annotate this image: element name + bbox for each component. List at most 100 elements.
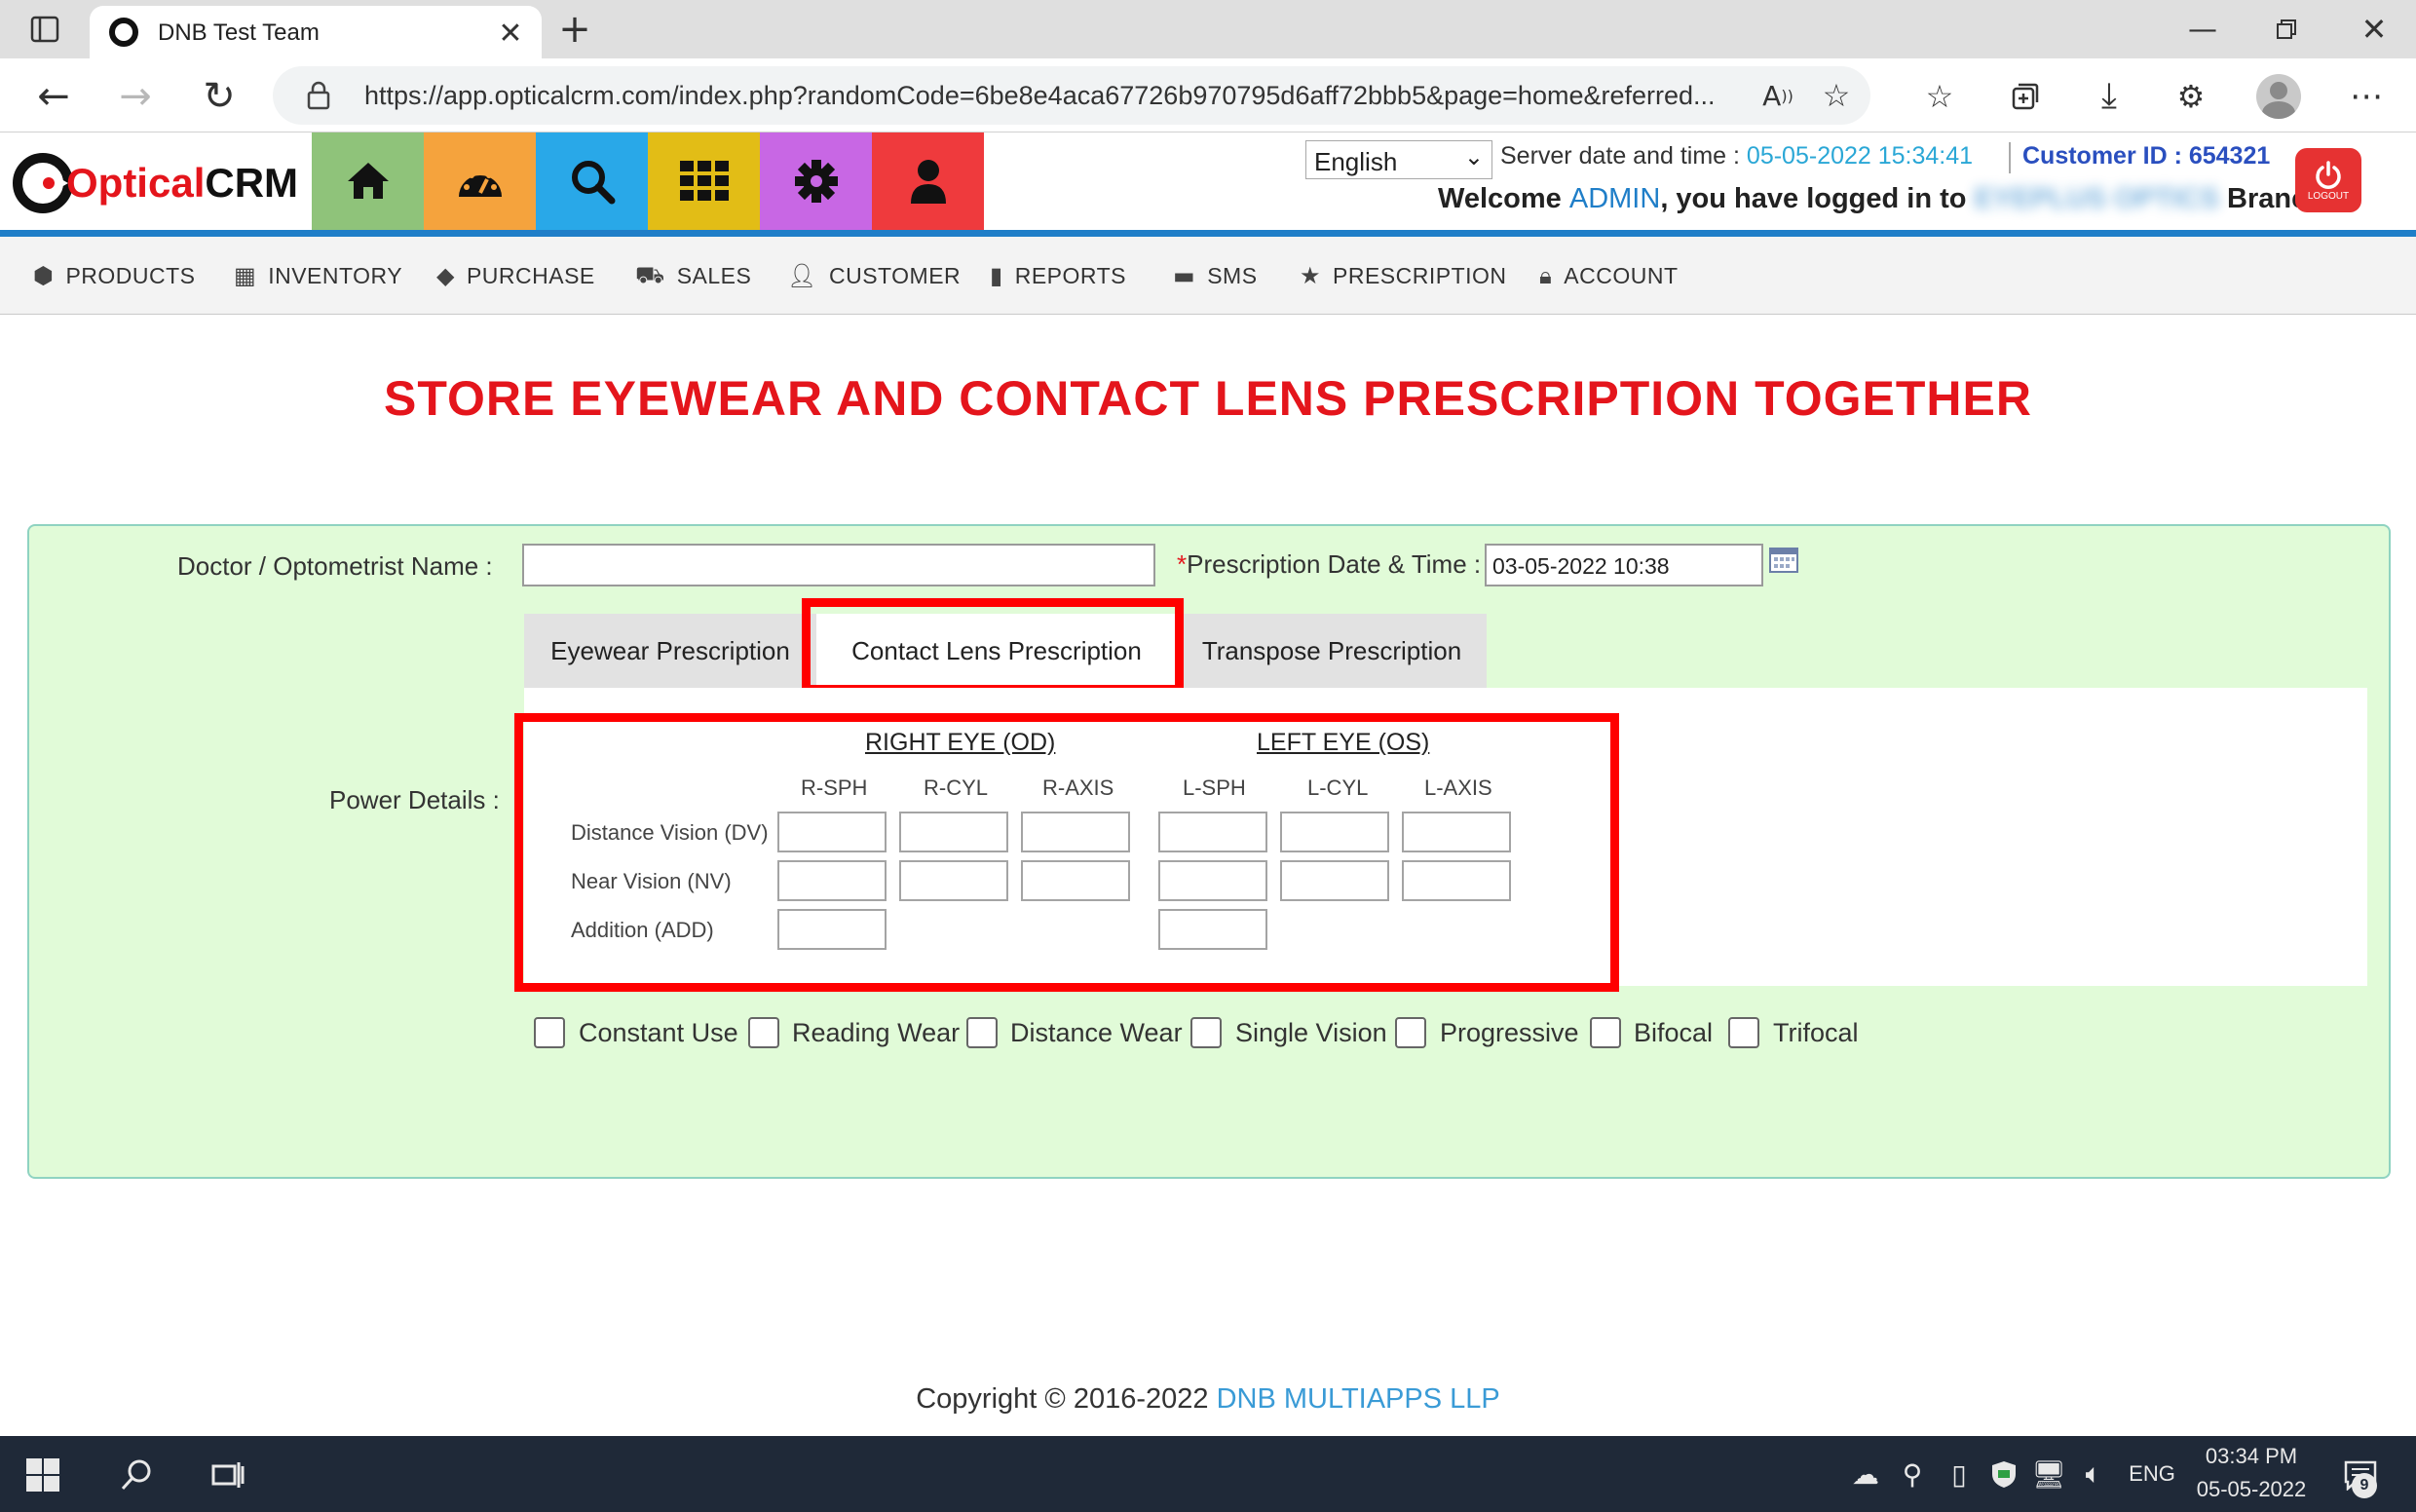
row-near-vision: Near Vision (NV) xyxy=(571,869,732,893)
url-field[interactable]: https://app.opticalcrm.com/index.php?ran… xyxy=(273,66,1870,125)
more-menu-icon[interactable]: ⋯ xyxy=(2342,72,2391,121)
tab-eyewear-prescription[interactable]: Eyewear Prescription xyxy=(524,614,816,688)
constant-use-label: Constant Use xyxy=(579,1018,738,1047)
page-title: STORE EYEWEAR AND CONTACT LENS PRESCRIPT… xyxy=(384,371,2032,426)
nav-reports[interactable]: ▮ REPORTS xyxy=(990,237,1126,315)
add-favorite-icon[interactable]: ☆ xyxy=(1812,72,1861,119)
logout-label: LOGOUT xyxy=(2307,190,2350,202)
dv-r-axis-input[interactable] xyxy=(1021,812,1130,852)
minimize-icon[interactable]: — xyxy=(2178,8,2227,51)
apps-button[interactable] xyxy=(648,132,760,230)
server-time-value: 05-05-2022 15:34:41 xyxy=(1746,142,1974,170)
download-icon[interactable]: ⤓ xyxy=(2085,72,2133,121)
usb-tray-icon[interactable]: ▯ xyxy=(1941,1455,1978,1493)
task-view-icon[interactable] xyxy=(205,1452,251,1498)
add-l-input[interactable] xyxy=(1158,909,1267,950)
checkbox-reading-wear[interactable] xyxy=(748,1017,779,1048)
home-button[interactable] xyxy=(312,132,424,230)
nv-l-sph-input[interactable] xyxy=(1158,860,1267,901)
search-icon[interactable] xyxy=(113,1452,160,1498)
nav-purchase[interactable]: ◆ PURCHASE xyxy=(436,237,595,315)
nv-r-sph-input[interactable] xyxy=(777,860,887,901)
nv-l-axis-input[interactable] xyxy=(1402,860,1511,901)
nav-sms[interactable]: ▬ SMS xyxy=(1173,237,1258,315)
prescription-date-input[interactable]: 03-05-2022 10:38 xyxy=(1485,544,1763,586)
tab-transpose-prescription[interactable]: Transpose Prescription xyxy=(1177,614,1487,688)
search-icon xyxy=(571,161,615,205)
nav-account[interactable]: 🔒︎ ACCOUNT xyxy=(1539,237,1679,315)
tab-title: DNB Test Team xyxy=(158,19,320,46)
doctor-name-label: Doctor / Optometrist Name : xyxy=(177,551,493,581)
checkbox-constant-use[interactable] xyxy=(534,1017,565,1048)
user-button[interactable] xyxy=(872,132,984,230)
nav-customer[interactable]: 👤︎ CUSTOMER xyxy=(787,237,961,315)
windows-start-icon[interactable] xyxy=(21,1454,64,1496)
nv-r-axis-input[interactable] xyxy=(1021,860,1130,901)
cart-icon: ⛟ xyxy=(635,260,665,288)
nav-sales-label: SALES xyxy=(676,262,752,288)
dashboard-button[interactable] xyxy=(424,132,536,230)
forward-icon[interactable]: → xyxy=(111,72,160,121)
extensions-icon[interactable]: ⚙ xyxy=(2167,72,2215,121)
add-r-input[interactable] xyxy=(777,909,887,950)
close-window-icon[interactable]: ✕ xyxy=(2350,8,2398,51)
language-select[interactable]: English ⌄ xyxy=(1305,140,1492,179)
close-tab-icon[interactable]: ✕ xyxy=(489,14,532,53)
logo-text-crm: CRM xyxy=(205,160,299,206)
star-icon: ★ xyxy=(1300,262,1322,289)
gear-icon xyxy=(794,160,838,203)
dv-l-axis-input[interactable] xyxy=(1402,812,1511,852)
calendar-icon[interactable] xyxy=(1769,546,1798,573)
nav-prescription[interactable]: ★ PRESCRIPTION xyxy=(1300,237,1507,315)
read-aloud-icon[interactable]: A)) xyxy=(1754,72,1802,119)
logout-button[interactable]: LOGOUT xyxy=(2295,148,2361,212)
bifocal-label: Bifocal xyxy=(1634,1018,1714,1047)
dv-l-cyl-input[interactable] xyxy=(1280,812,1389,852)
new-tab-icon[interactable]: + xyxy=(553,7,596,52)
search-button[interactable] xyxy=(536,132,648,230)
favorites-icon[interactable]: ☆ xyxy=(1915,72,1964,121)
restore-icon[interactable] xyxy=(2262,8,2311,51)
checkbox-bifocal[interactable] xyxy=(1590,1017,1621,1048)
network-tray-icon[interactable]: ☁ xyxy=(1847,1455,1884,1493)
dv-r-sph-input[interactable] xyxy=(777,812,887,852)
settings-button[interactable] xyxy=(760,132,872,230)
clock-time[interactable]: 03:34 PM xyxy=(2188,1444,2315,1469)
checkbox-progressive[interactable] xyxy=(1395,1017,1426,1048)
clock-date[interactable]: 05-05-2022 xyxy=(2188,1477,2315,1502)
refresh-icon[interactable]: ↻ xyxy=(195,72,244,121)
checkbox-single-vision[interactable] xyxy=(1190,1017,1222,1048)
checkbox-distance-wear[interactable] xyxy=(966,1017,998,1048)
nav-inventory[interactable]: ▦ INVENTORY xyxy=(234,237,402,315)
nav-products-label: PRODUCTS xyxy=(65,262,196,288)
nav-customer-label: CUSTOMER xyxy=(828,262,962,288)
back-icon[interactable]: ← xyxy=(29,72,78,121)
volume-icon[interactable]: 🔈︎ xyxy=(2075,1455,2112,1493)
row-distance-vision: Distance Vision (DV) xyxy=(571,820,769,845)
required-star: * xyxy=(1177,549,1188,579)
nv-r-cyl-input[interactable] xyxy=(899,860,1008,901)
doctor-name-input[interactable] xyxy=(522,544,1155,586)
profile-avatar[interactable] xyxy=(2256,74,2301,119)
prescription-date-text: Prescription Date & Time : xyxy=(1187,549,1482,579)
dv-l-sph-input[interactable] xyxy=(1158,812,1267,852)
logo-eye-icon xyxy=(13,153,73,213)
user-icon xyxy=(910,160,946,204)
chevron-down-icon: ⌄ xyxy=(1463,143,1484,170)
nv-l-cyl-input[interactable] xyxy=(1280,860,1389,901)
security-tray-icon[interactable] xyxy=(1985,1455,2022,1493)
dv-r-cyl-input[interactable] xyxy=(899,812,1008,852)
nav-products[interactable]: ⬢ PRODUCTS xyxy=(33,237,196,315)
footer: Copyright © 2016-2022 DNB MULTIAPPS LLP xyxy=(0,1383,2416,1416)
satellite-tray-icon[interactable]: ⚲ xyxy=(1894,1455,1931,1493)
opticalcrm-logo[interactable]: Optical CRM xyxy=(12,152,298,214)
network-wired-icon[interactable]: 🖥︎ xyxy=(2030,1455,2067,1493)
company-link[interactable]: DNB MULTIAPPS LLP xyxy=(1217,1383,1500,1415)
browser-tab[interactable]: DNB Test Team ✕ xyxy=(90,6,542,60)
input-language[interactable]: ENG xyxy=(2120,1461,2184,1487)
nav-sales[interactable]: ⛟ SALES xyxy=(635,237,751,315)
tab-actions-icon[interactable] xyxy=(21,10,68,49)
checkbox-trifocal[interactable] xyxy=(1728,1017,1759,1048)
collections-icon[interactable] xyxy=(2001,72,2050,121)
file-icon: ▮ xyxy=(990,262,1003,289)
